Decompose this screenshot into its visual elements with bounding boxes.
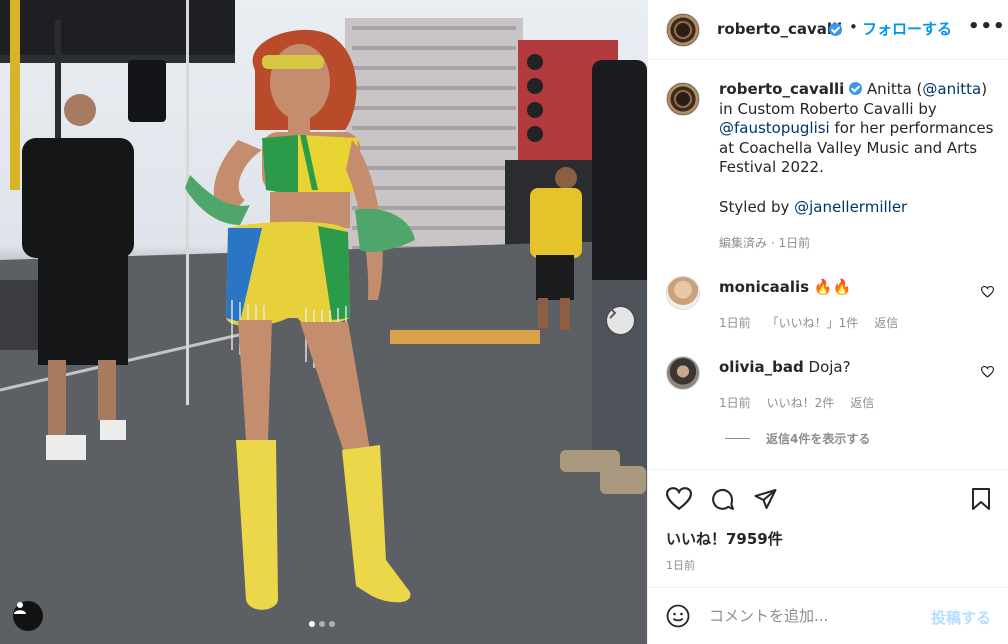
- comment-like-icon[interactable]: [981, 366, 994, 378]
- comment-likes[interactable]: 「いいね！」1件: [767, 314, 859, 331]
- mention-link[interactable]: @anitta: [922, 80, 981, 98]
- comment-text: monicaalis 🔥🔥: [719, 278, 851, 296]
- comment-input[interactable]: [709, 604, 929, 628]
- carousel-dot: [309, 621, 315, 627]
- comment-meta: 1日前 「いいね！」1件 返信: [719, 314, 898, 331]
- comment-like-icon[interactable]: [981, 286, 994, 298]
- share-send-icon[interactable]: [753, 487, 778, 511]
- user-tag-button[interactable]: [13, 601, 43, 631]
- caption-meta: 編集済み · 1日前: [719, 236, 811, 250]
- user-tag-icon: [14, 602, 26, 614]
- header-separator: •: [849, 18, 858, 36]
- view-replies-label: 返信4件を表示する: [766, 432, 871, 446]
- comment-time: 1日前: [719, 396, 751, 410]
- mention-link[interactable]: @janellermiller: [794, 198, 907, 216]
- verified-badge-icon: [829, 23, 842, 36]
- comment-body: Doja?: [808, 358, 851, 376]
- likes-count[interactable]: いいね！7959件: [666, 528, 783, 549]
- post-header: roberto_cavalli • フォローする •••: [648, 0, 1008, 60]
- commenter-username[interactable]: olivia_bad: [719, 358, 804, 376]
- post-actions: いいね！7959件 1日前: [648, 469, 1008, 587]
- post-side-panel: roberto_cavalli • フォローする ••• roberto_cav…: [647, 0, 1008, 644]
- comment-bubble-icon[interactable]: [710, 487, 735, 512]
- post-date: 1日前: [666, 559, 695, 572]
- reply-button[interactable]: 返信: [850, 394, 874, 411]
- post-photo[interactable]: [0, 0, 647, 644]
- replies-divider: [725, 438, 750, 439]
- comment-likes[interactable]: いいね！2件: [767, 394, 835, 411]
- comment-text: olivia_bad Doja?: [719, 358, 851, 376]
- commenter-avatar[interactable]: [666, 356, 700, 390]
- commenter-username[interactable]: monicaalis: [719, 278, 809, 296]
- bookmark-save-icon[interactable]: [971, 487, 991, 511]
- like-heart-icon[interactable]: [666, 487, 692, 511]
- reply-button[interactable]: 返信: [874, 314, 898, 331]
- emoji-icon[interactable]: [666, 604, 690, 628]
- mention-link[interactable]: @faustopuglisi: [719, 119, 830, 137]
- author-username[interactable]: roberto_cavalli: [717, 20, 842, 38]
- view-replies-button[interactable]: 返信4件を表示する: [725, 430, 870, 447]
- author-avatar[interactable]: [666, 13, 700, 47]
- carousel-indicator: [309, 621, 335, 627]
- post-comment-button[interactable]: 投稿する: [931, 607, 991, 628]
- caption-text: Styled by: [719, 198, 795, 216]
- post-caption: roberto_cavalli Anitta (@anitta) in Cust…: [719, 80, 999, 178]
- add-comment-bar: 投稿する: [648, 587, 1008, 644]
- chevron-right-icon: [609, 307, 617, 319]
- verified-badge-icon: [849, 82, 863, 95]
- comment-time: 1日前: [719, 316, 751, 330]
- more-options-icon[interactable]: •••: [968, 16, 1006, 37]
- post-photo-illustration: [0, 0, 647, 644]
- carousel-next-button[interactable]: [607, 307, 634, 334]
- comment-meta: 1日前 いいね！2件 返信: [719, 394, 874, 411]
- carousel-dot: [319, 621, 325, 627]
- caption-username[interactable]: roberto_cavalli: [719, 80, 844, 98]
- carousel-dot: [329, 621, 335, 627]
- follow-button[interactable]: フォローする: [862, 18, 952, 39]
- caption-text: Anitta (: [862, 80, 923, 98]
- comment-body: 🔥🔥: [813, 278, 852, 296]
- commenter-avatar[interactable]: [666, 276, 700, 310]
- caption-author-avatar[interactable]: [666, 82, 700, 116]
- caption-styled-by: Styled by @janellermiller: [719, 198, 907, 216]
